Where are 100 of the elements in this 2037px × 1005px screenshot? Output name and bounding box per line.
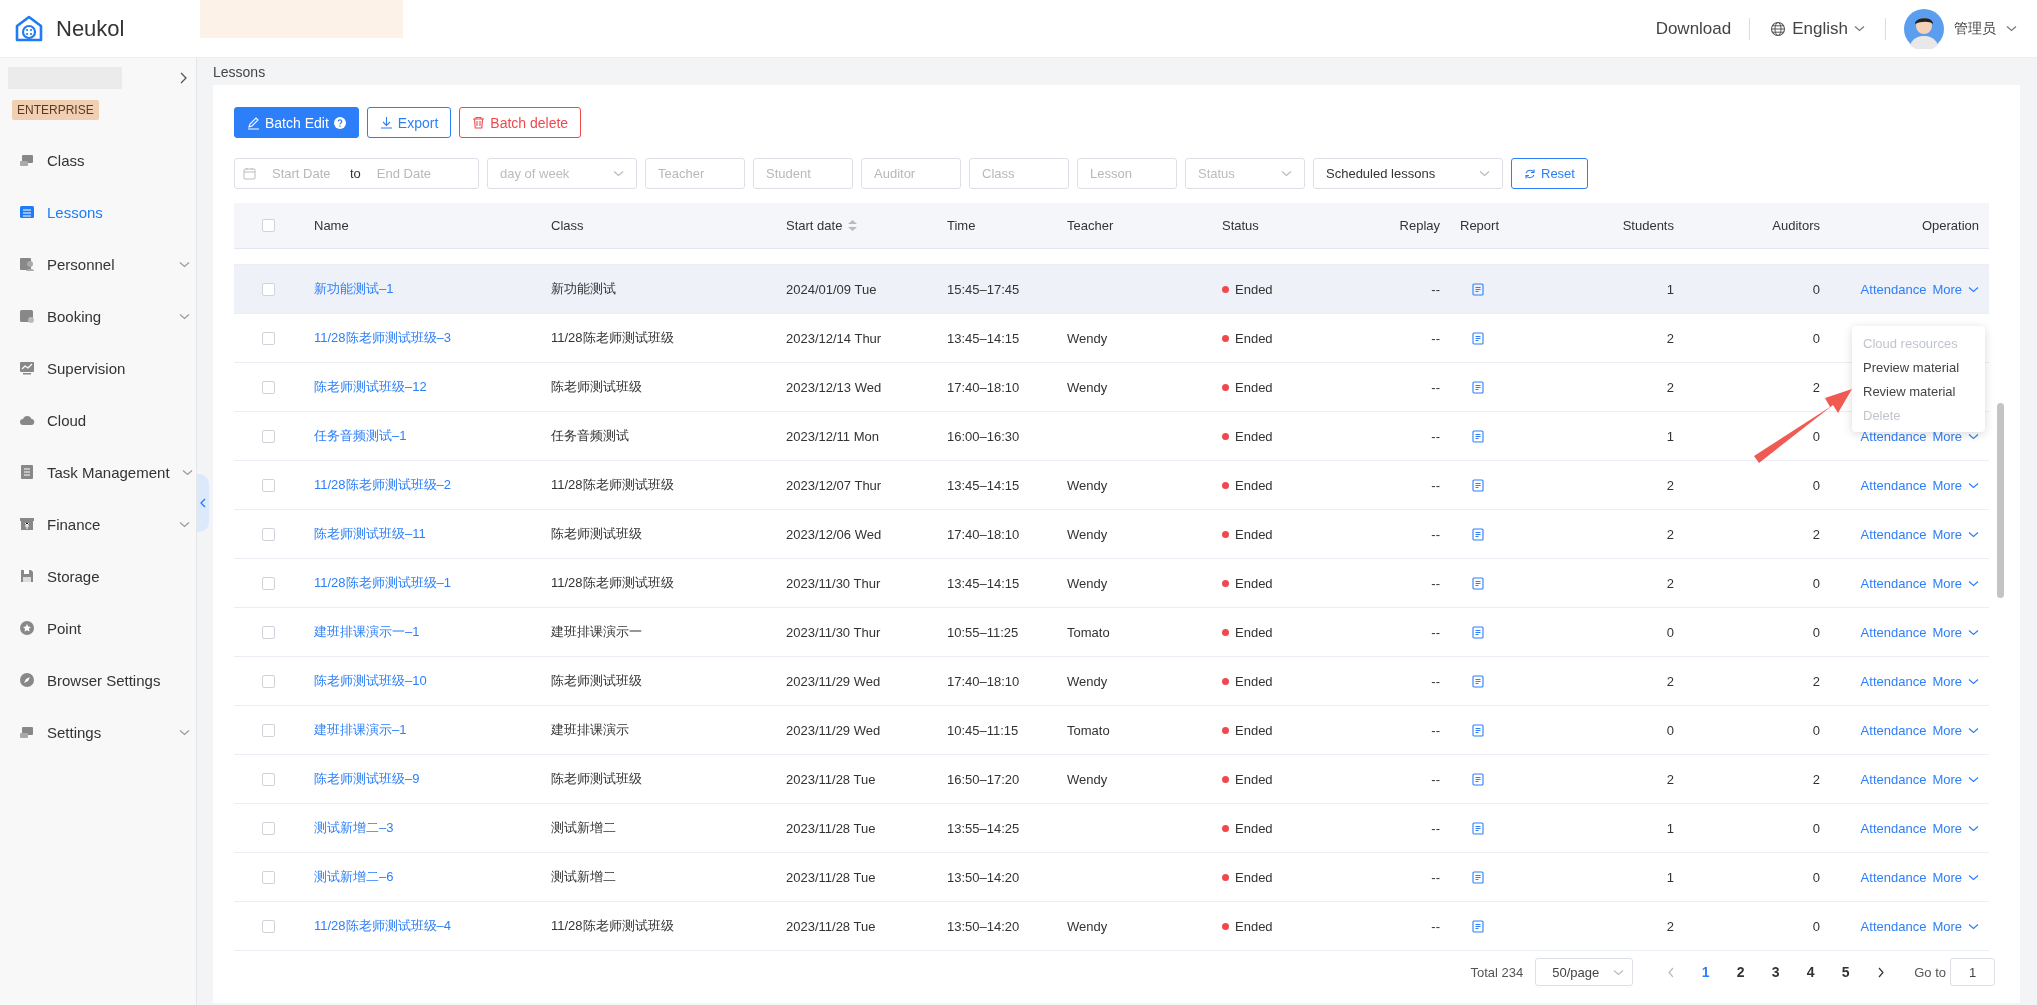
user-menu[interactable]: 管理员	[1890, 8, 2017, 49]
collapse-sidebar-button[interactable]	[197, 474, 209, 532]
page-size-select[interactable]: 50/page	[1535, 958, 1634, 986]
row-checkbox[interactable]	[262, 821, 275, 835]
more-link[interactable]: More	[1932, 673, 1962, 689]
attendance-link[interactable]: Attendance	[1860, 722, 1927, 738]
document-icon[interactable]	[1472, 380, 1484, 394]
row-checkbox[interactable]	[262, 625, 275, 639]
page-number[interactable]: 1	[1688, 964, 1724, 980]
row-checkbox[interactable]	[262, 772, 275, 786]
lesson-link[interactable]: 建班排课演示一–1	[314, 623, 420, 641]
lesson-link[interactable]: 11/28陈老师测试班级–4	[314, 917, 452, 935]
more-link[interactable]: More	[1932, 526, 1962, 542]
sidebar-item[interactable]: Task Management	[0, 446, 196, 498]
lesson-link[interactable]: 任务音频测试–1	[314, 427, 407, 445]
more-link[interactable]: More	[1932, 771, 1962, 787]
attendance-link[interactable]: Attendance	[1860, 771, 1927, 787]
row-checkbox[interactable]	[262, 478, 275, 492]
chevron-right-icon[interactable]	[179, 72, 188, 84]
search-field[interactable]: Auditor	[861, 158, 961, 189]
row-checkbox[interactable]	[262, 331, 275, 345]
download-link[interactable]: Download	[1641, 18, 1746, 39]
document-icon[interactable]	[1472, 772, 1484, 786]
table-row[interactable]: 测试新增二–3 测试新增二 2023/11/28 Tue 13:55–14:25 Ended -- 1 0 Attendance More	[234, 804, 1989, 853]
more-link[interactable]: More	[1932, 820, 1962, 836]
row-checkbox[interactable]	[262, 527, 275, 541]
row-checkbox[interactable]	[262, 576, 275, 590]
row-checkbox[interactable]	[262, 429, 275, 443]
attendance-link[interactable]: Attendance	[1860, 673, 1927, 689]
document-icon[interactable]	[1472, 674, 1484, 688]
date-range-field[interactable]: Start Date to End Date	[234, 158, 479, 189]
table-row[interactable]: 建班排课演示–1 建班排课演示 2023/11/29 Wed 10:45–11:15 Tomato Ended -- 0 0 Attendance More	[234, 706, 1989, 755]
lesson-link[interactable]: 陈老师测试班级–12	[314, 378, 427, 396]
page-number[interactable]: 3	[1758, 964, 1794, 980]
more-link[interactable]: More	[1932, 281, 1962, 297]
sort-icon[interactable]	[848, 220, 858, 231]
document-icon[interactable]	[1472, 870, 1484, 884]
select-all-checkbox[interactable]	[262, 219, 275, 232]
document-icon[interactable]	[1472, 282, 1484, 296]
attendance-link[interactable]: Attendance	[1860, 918, 1927, 934]
export-button[interactable]: Export	[366, 107, 452, 138]
row-checkbox[interactable]	[262, 674, 275, 688]
lesson-link[interactable]: 测试新增二–6	[314, 868, 394, 886]
sidebar-item[interactable]: Lessons	[0, 186, 196, 238]
lesson-link[interactable]: 陈老师测试班级–10	[314, 672, 427, 690]
attendance-link[interactable]: Attendance	[1860, 281, 1927, 297]
attendance-link[interactable]: Attendance	[1860, 869, 1927, 885]
sidebar-item[interactable]: Class	[0, 134, 196, 186]
next-page-icon[interactable]	[1877, 966, 1884, 978]
page-number[interactable]: 2	[1723, 964, 1759, 980]
page-number[interactable]: 4	[1793, 964, 1829, 980]
delete-button[interactable]: Batch delete	[459, 107, 582, 138]
sidebar-item[interactable]: Cloud	[0, 394, 196, 446]
row-checkbox[interactable]	[262, 380, 275, 394]
attendance-link[interactable]: Attendance	[1860, 526, 1927, 542]
attendance-link[interactable]: Attendance	[1860, 575, 1927, 591]
search-field[interactable]: Student	[753, 158, 853, 189]
lesson-link[interactable]: 11/28陈老师测试班级–3	[314, 329, 452, 347]
table-row[interactable]: 新功能测试–1 新功能测试 2024/01/09 Tue 15:45–17:45 Ended -- 1 0 Attendance More	[234, 265, 1989, 314]
sidebar-item[interactable]: Settings	[0, 706, 196, 758]
reset-button[interactable]: Reset	[1511, 158, 1588, 189]
lesson-link[interactable]: 测试新增二–3	[314, 819, 394, 837]
more-link[interactable]: More	[1932, 624, 1962, 640]
sidebar-item[interactable]: Finance	[0, 498, 196, 550]
sidebar-item[interactable]: Point	[0, 602, 196, 654]
document-icon[interactable]	[1472, 576, 1484, 590]
table-row[interactable]: 建班排课演示一–1 建班排课演示一 2023/11/30 Thur 10:55–11:25 Tomato Ended -- 0 0 Attendance More	[234, 608, 1989, 657]
page-input[interactable]: 1	[1950, 958, 1995, 986]
sidebar-item[interactable]: Supervision	[0, 342, 196, 394]
scrollbar-thumb[interactable]	[1997, 403, 2004, 598]
table-row[interactable]: 陈老师测试班级–10 陈老师测试班级 2023/11/29 Wed 17:40–18:10 Wendy Ended -- 2 2 Attendance More	[234, 657, 1989, 706]
table-row[interactable]: 11/28陈老师测试班级–1 11/28陈老师测试班级 2023/11/30 Thur 13:45–14:15 Wendy Ended -- 2 0 Attendance More	[234, 559, 1989, 608]
document-icon[interactable]	[1472, 821, 1484, 835]
document-icon[interactable]	[1472, 331, 1484, 345]
document-icon[interactable]	[1472, 527, 1484, 541]
more-link[interactable]: More	[1932, 722, 1962, 738]
sidebar-item[interactable]: Browser Settings	[0, 654, 196, 706]
document-icon[interactable]	[1472, 478, 1484, 492]
lesson-link[interactable]: 陈老师测试班级–11	[314, 525, 426, 543]
row-checkbox[interactable]	[262, 870, 275, 884]
search-field[interactable]: Teacher	[645, 158, 745, 189]
sidebar-item[interactable]: Storage	[0, 550, 196, 602]
search-field[interactable]: Lesson	[1077, 158, 1177, 189]
attendance-link[interactable]: Attendance	[1860, 820, 1927, 836]
table-row[interactable]: 陈老师测试班级–11 陈老师测试班级 2023/12/06 Wed 17:40–18:10 Wendy Ended -- 2 2 Attendance More	[234, 510, 1989, 559]
page-number[interactable]: 5	[1828, 964, 1864, 980]
sidebar-item[interactable]: Personnel	[0, 238, 196, 290]
lesson-link[interactable]: 新功能测试–1	[314, 280, 394, 298]
row-checkbox[interactable]	[262, 282, 275, 296]
document-icon[interactable]	[1472, 429, 1484, 443]
row-checkbox[interactable]	[262, 919, 275, 933]
column-header[interactable]: Start date	[786, 218, 843, 233]
more-link[interactable]: More	[1932, 575, 1962, 591]
lesson-link[interactable]: 陈老师测试班级–9	[314, 770, 420, 788]
document-icon[interactable]	[1472, 723, 1484, 737]
language-selector[interactable]: English	[1754, 18, 1881, 39]
document-icon[interactable]	[1472, 625, 1484, 639]
menu-item[interactable]: Review material	[1852, 379, 1985, 403]
select-field[interactable]: Scheduled lessons	[1313, 158, 1503, 189]
document-icon[interactable]	[1472, 919, 1484, 933]
